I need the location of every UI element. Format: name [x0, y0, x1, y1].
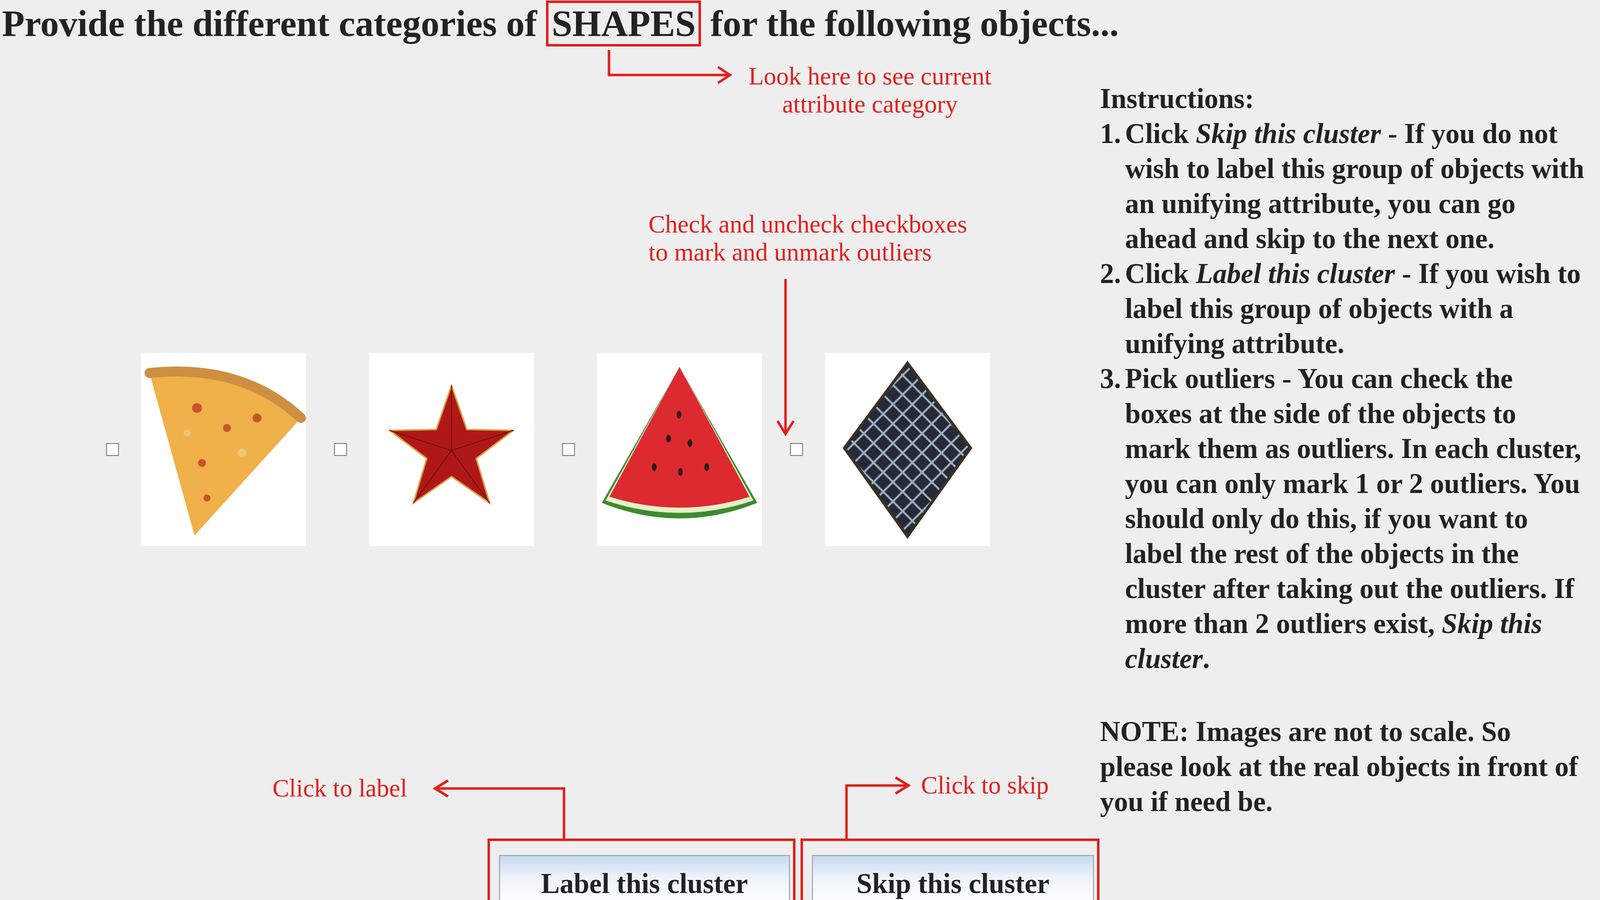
arrow-icon — [609, 50, 729, 75]
arrow-icon — [436, 788, 564, 839]
instruction-text: Pick outliers - You can check the boxes … — [1125, 361, 1585, 676]
outlier-checkbox[interactable] — [334, 443, 347, 456]
title-prefix: Provide the different categories of — [2, 3, 546, 44]
instruction-item: 3.Pick outliers - You can check the boxe… — [1100, 361, 1585, 676]
arrow-head-icon — [895, 777, 909, 794]
annotation-arrows — [0, 0, 1600, 900]
object-item — [334, 353, 534, 546]
object-image — [597, 353, 762, 546]
attribute-category: SHAPES — [546, 0, 701, 47]
arrow-icon — [846, 785, 908, 839]
label-annotation: Click to label — [272, 774, 407, 802]
arrow-head-icon — [777, 421, 794, 434]
instruction-text: Click Label this cluster - If you wish t… — [1125, 256, 1585, 361]
outlier-checkbox[interactable] — [562, 443, 575, 456]
labeling-page: Provide the different categories of SHAP… — [0, 0, 1600, 900]
instruction-item: 2.Click Label this cluster - If you wish… — [1100, 256, 1585, 361]
object-image — [141, 353, 306, 546]
arrow-icon — [784, 279, 787, 433]
rhombus-icon — [825, 353, 990, 546]
skip-annotation: Click to skip — [921, 771, 1049, 799]
instruction-text: Click Skip this cluster - If you do not … — [1125, 116, 1585, 256]
outlier-checkbox[interactable] — [790, 443, 803, 456]
instruction-number: 2. — [1100, 256, 1125, 361]
star-icon — [369, 353, 534, 546]
page-title: Provide the different categories of SHAP… — [0, 0, 1600, 45]
arrow-head-icon — [435, 780, 448, 797]
watermelon-icon — [597, 353, 762, 546]
main-area: Label this clusterSkip this clusterInstr… — [0, 45, 1600, 900]
note-text: NOTE: Images are not to scale. So please… — [1100, 714, 1585, 819]
button-highlight: Skip this cluster — [800, 838, 1100, 900]
instructions-heading: Instructions: — [1100, 81, 1585, 116]
button-row: Label this cluster Skip this cluster — [487, 838, 1100, 900]
title-suffix: for the following objects... — [701, 3, 1119, 44]
object-image — [369, 353, 534, 546]
outlier-checkbox[interactable] — [106, 443, 119, 456]
checkbox-annotation: Check and uncheck checkboxesto mark and … — [648, 210, 967, 266]
cluster-button[interactable]: Skip this cluster — [812, 855, 1094, 900]
object-image — [825, 353, 990, 546]
object-item — [790, 353, 990, 546]
object-row — [0, 353, 1100, 546]
arrow-head-icon — [718, 67, 730, 83]
button-highlight: Label this cluster — [487, 838, 796, 900]
pizza-slice-icon — [141, 353, 306, 546]
cluster-button[interactable]: Label this cluster — [499, 855, 790, 900]
instructions-panel: Instructions:1.Click Skip this cluster -… — [1100, 45, 1585, 900]
object-item — [562, 353, 762, 546]
object-item — [106, 353, 306, 546]
instruction-item: 1.Click Skip this cluster - If you do no… — [1100, 116, 1585, 256]
instruction-number: 1. — [1100, 116, 1125, 256]
instruction-number: 3. — [1100, 361, 1125, 676]
attribute-annotation: Look here to see currentattribute catego… — [730, 62, 1010, 118]
